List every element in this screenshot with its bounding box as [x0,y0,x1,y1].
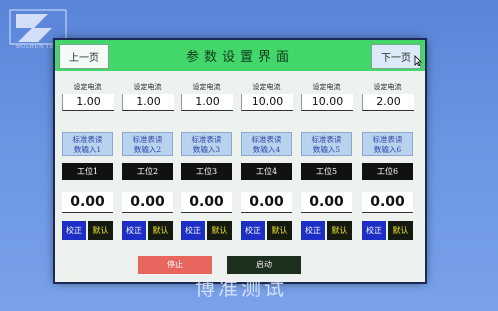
standard-reading-input-button[interactable]: 标准表读 数输入6 [362,132,413,156]
standard-reading-line2: 数输入6 [373,145,402,154]
calibrate-button[interactable]: 校正 [122,221,146,240]
standard-reading-line1: 标准表读 [251,135,282,144]
station-label: 工位2 [122,163,173,180]
default-button[interactable]: 默认 [327,221,352,240]
station-label: 工位1 [62,163,113,180]
standard-reading-line1: 标准表读 [132,135,163,144]
cursor-icon [414,55,422,66]
header-bar: 上一页 参数设置界面 下一页 [55,40,425,71]
station-reading[interactable]: 0.00 [181,192,232,213]
station-label: 工位4 [241,163,292,180]
standard-reading-line1: 标准表读 [372,135,403,144]
set-current-label: 设定电流 [192,83,221,91]
set-current-input[interactable]: 1.00 [181,94,233,111]
station-reading[interactable]: 0.00 [62,192,113,213]
set-current-label: 设定电流 [73,83,102,91]
set-current-input[interactable]: 1.00 [62,94,114,111]
standard-reading-line2: 数输入3 [192,145,221,154]
standard-reading-input-button[interactable]: 标准表读 数输入1 [62,132,113,156]
standard-reading-line2: 数输入2 [133,145,162,154]
standard-reading-line1: 标准表读 [191,135,222,144]
set-current-label: 设定电流 [252,83,281,91]
set-current-input[interactable]: 10.00 [301,94,353,111]
station-reading[interactable]: 0.00 [362,192,413,213]
default-button[interactable]: 默认 [207,221,232,240]
set-current-input[interactable]: 10.00 [241,94,293,111]
default-button[interactable]: 默认 [148,221,173,240]
next-page-button[interactable]: 下一页 [371,44,422,69]
set-current-input[interactable]: 2.00 [362,94,414,111]
standard-reading-input-button[interactable]: 标准表读 数输入4 [241,132,292,156]
set-current-label: 设定电流 [373,83,402,91]
standard-reading-input-button[interactable]: 标准表读 数输入2 [122,132,173,156]
set-current-label: 设定电流 [312,83,341,91]
standard-reading-line2: 数输入5 [312,145,341,154]
station-label: 工位5 [301,163,352,180]
standard-reading-line2: 数输入4 [252,145,281,154]
default-button[interactable]: 默认 [267,221,292,240]
next-page-label: 下一页 [381,53,411,64]
brand-text-watermark: 博准测试 [195,276,287,300]
default-button[interactable]: 默认 [88,221,113,240]
standard-reading-line1: 标准表读 [311,135,342,144]
hmi-screen: 上一页 参数设置界面 下一页 设定电流 1.00 标准表读 数输入1 工位1 0… [55,40,425,282]
standard-reading-line2: 数输入1 [73,145,102,154]
default-button[interactable]: 默认 [388,221,413,240]
calibrate-button[interactable]: 校正 [62,221,86,240]
calibrate-button[interactable]: 校正 [181,221,205,240]
calibrate-button[interactable]: 校正 [362,221,386,240]
page-title: 参数设置界面 [185,50,294,65]
set-current-label: 设定电流 [133,83,162,91]
station-reading[interactable]: 0.00 [241,192,292,213]
station-label: 工位3 [181,163,232,180]
calibrate-button[interactable]: 校正 [301,221,325,240]
station-reading[interactable]: 0.00 [122,192,173,213]
standard-reading-input-button[interactable]: 标准表读 数输入3 [181,132,232,156]
calibrate-button[interactable]: 校正 [241,221,265,240]
station-reading[interactable]: 0.00 [301,192,352,213]
set-current-input[interactable]: 1.00 [122,94,174,111]
standard-reading-line1: 标准表读 [72,135,103,144]
station-label: 工位6 [362,163,413,180]
standard-reading-input-button[interactable]: 标准表读 数输入5 [301,132,352,156]
